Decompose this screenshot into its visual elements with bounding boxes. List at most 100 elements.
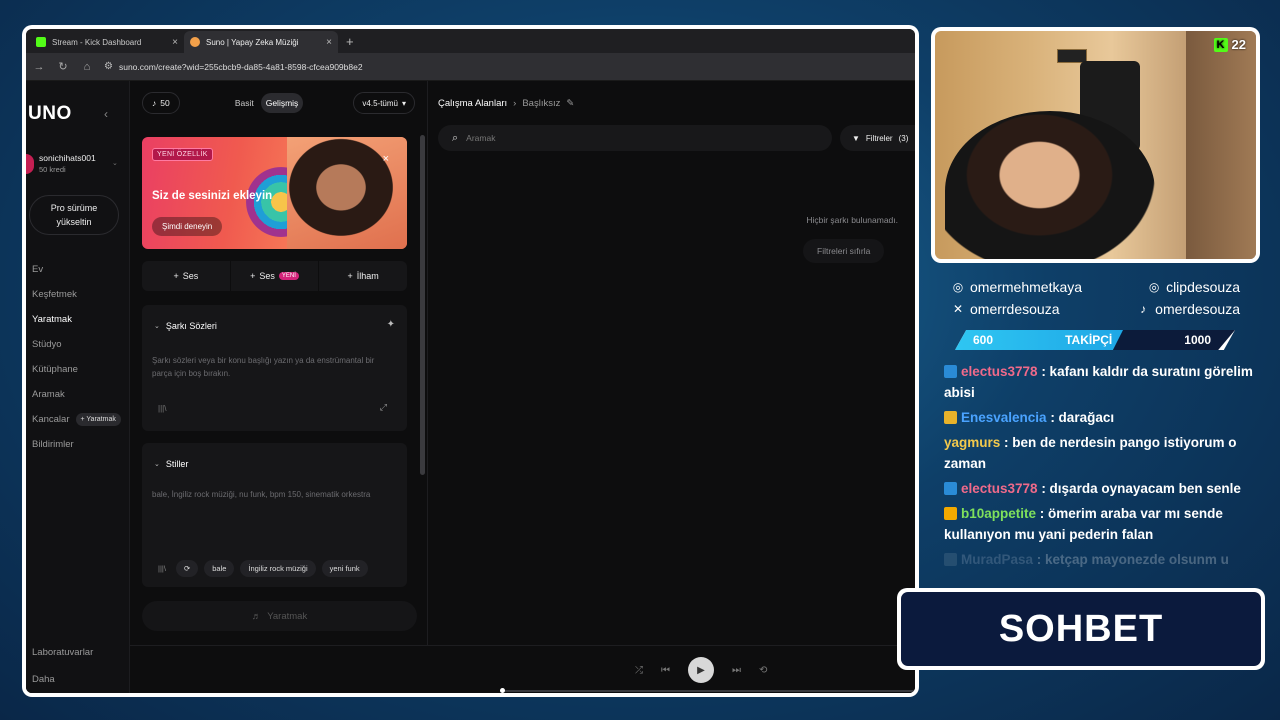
styles-input[interactable]: bale, İngiliz rock müziği, nu funk, bpm … (152, 489, 393, 502)
collapse-sidebar-icon[interactable]: ‹ (104, 107, 108, 121)
social-handles: ◎ omermehmetkaya ◎ clipdesouza ✕ omerrdesou… (950, 276, 1240, 320)
progress-handle[interactable] (500, 688, 505, 693)
music-note-icon: ♬ (251, 610, 262, 622)
chat-username: MuradPasa (961, 552, 1034, 567)
close-tab-icon[interactable]: × (172, 37, 178, 48)
close-icon[interactable]: × (383, 153, 389, 165)
style-pill[interactable]: bale (204, 560, 235, 577)
chat-badge-icon (944, 411, 957, 424)
credits-button[interactable]: ♪ 50 (142, 92, 180, 114)
chat-text: : ketçap mayonezde olsunm u (1033, 552, 1229, 567)
sidebar-item-create[interactable]: Yaratmak (32, 307, 121, 332)
create-hook-button[interactable]: + Yaratmak (75, 413, 121, 426)
mode-basic-button[interactable]: Basit (230, 93, 259, 113)
tab-title: Stream - Kick Dashboard (52, 37, 142, 47)
filters-button[interactable]: ▼ Filtreler (3) (840, 125, 915, 151)
sidebar-item-more[interactable]: Daha (32, 666, 93, 693)
sidebar-item-label: Laboratuvarlar (32, 647, 94, 658)
model-version-select[interactable]: v4.5-tümü ▾ (353, 92, 415, 114)
style-pill[interactable]: İngiliz rock müziği (240, 560, 316, 577)
address-bar: → ↻ ⌂ ⚙ suno.com/create?wid=255cbcb9-da8… (26, 53, 915, 81)
try-now-button[interactable]: Şimdi deneyin (152, 217, 223, 236)
sidebar-item-hooks[interactable]: Kancalar + Yaratmak (32, 407, 121, 432)
create-button[interactable]: ♬ Yaratmak (142, 601, 417, 631)
add-audio-button[interactable]: + Ses (142, 261, 231, 291)
shuffle-styles-icon[interactable]: ⟳ (175, 560, 199, 577)
styles-header[interactable]: ⌄ Stiller (154, 459, 188, 469)
sidebar-item-label: Kancalar (32, 414, 70, 425)
sidebar-item-labs[interactable]: Laboratuvarlar (32, 639, 93, 666)
new-feature-badge: YENİ ÖZELLİK (152, 148, 213, 161)
style-pill[interactable]: yeni funk (321, 560, 368, 577)
expand-icon[interactable]: ⤢ (380, 402, 387, 413)
sidebar-item-label: Stüdyo (32, 339, 62, 350)
form-scrollbar[interactable] (420, 135, 425, 475)
tab-kick-dashboard[interactable]: Stream - Kick Dashboard × (30, 31, 184, 53)
url-text: suno.com/create?wid=255cbcb9-da85-4a81-8… (118, 61, 363, 72)
breadcrumb-workspaces[interactable]: Çalışma Alanları (438, 98, 507, 109)
url-field[interactable]: ⚙ suno.com/create?wid=255cbcb9-da85-4a81… (104, 61, 363, 72)
sidebar-item-label: Ev (32, 264, 44, 275)
chat-username: electus3778 (961, 481, 1038, 496)
sidebar-item-studio[interactable]: Stüdyo (32, 332, 121, 357)
sidebar-item-home[interactable]: Ev (32, 257, 121, 282)
workspace-search-input[interactable]: ⌕ Aramak (438, 125, 832, 151)
new-tab-button[interactable]: + (338, 34, 362, 53)
next-icon[interactable]: ⏭ (732, 665, 741, 676)
chat-username: yagmurs (944, 435, 1001, 450)
social-x: ✕ omerrdesouza (950, 301, 1060, 317)
sidebar-item-search[interactable]: Aramak (32, 382, 121, 407)
reload-icon[interactable]: ↻ (56, 60, 70, 73)
library-icon[interactable]: |||\ (158, 404, 166, 413)
tiktok-icon: ♪ (1140, 302, 1147, 316)
sidebar-item-explore[interactable]: Keşfetmek (32, 282, 121, 307)
styles-title: Stiller (165, 459, 189, 469)
close-tab-icon[interactable]: × (326, 37, 332, 48)
magic-wand-icon[interactable]: ✦ (387, 319, 395, 330)
forward-icon[interactable]: → (32, 61, 46, 73)
shuffle-icon[interactable]: ⤮ (635, 665, 643, 676)
viewer-count-value: 22 (1231, 37, 1246, 52)
social-instagram: ◎ clipdesouza (1146, 279, 1240, 295)
site-settings-icon[interactable]: ⚙ (104, 61, 113, 72)
button-label: İlham (356, 271, 379, 281)
promo-singer-image (287, 137, 407, 249)
playback-progress[interactable] (500, 688, 915, 693)
sidebar-item-notifications[interactable]: Bildirimler (32, 432, 121, 457)
upgrade-button[interactable]: Pro sürüme yükseltin (29, 195, 119, 235)
social-instagram: ◎ omermehmetkaya (950, 279, 1082, 295)
search-placeholder: Aramak (466, 133, 496, 143)
tab-bar: Stream - Kick Dashboard × Suno | Yapay Z… (26, 29, 915, 53)
follower-current: 600 (973, 333, 994, 347)
credit-balance: 50 kredi (39, 165, 66, 174)
sidebar-item-library[interactable]: Kütüphane (32, 357, 121, 382)
repeat-icon[interactable]: ⟲ (759, 665, 767, 676)
chat-badge-icon (944, 482, 957, 495)
promo-banner[interactable]: YENİ ÖZELLİK × Siz de sesinizi ekleyin Ş… (142, 137, 407, 249)
suno-favicon-icon (190, 37, 200, 47)
follower-goal: 1000 (1184, 333, 1211, 347)
edit-pencil-icon[interactable]: ✎ (566, 98, 574, 109)
viewer-count: K 22 (1213, 37, 1246, 52)
left-sidebar: UNO ‹ sonichihats001 50 kredi ⌄ Pro sürü… (26, 81, 130, 693)
play-button[interactable]: ▶ (688, 657, 714, 683)
add-voice-button[interactable]: + Ses YENİ (231, 261, 320, 291)
previous-icon[interactable]: ⏮ (661, 665, 670, 676)
home-icon[interactable]: ⌂ (80, 61, 94, 73)
suno-logo[interactable]: UNO (28, 103, 72, 125)
breadcrumb-current[interactable]: Başlıksız (522, 98, 560, 109)
tab-suno[interactable]: Suno | Yapay Zeka Müziği × (184, 31, 338, 53)
caret-down-icon: ▾ (401, 98, 406, 108)
lyrics-header[interactable]: ⌄ Şarkı Sözleri (154, 321, 217, 331)
mode-advanced-button[interactable]: Gelişmiş (260, 93, 304, 113)
empty-state-text: Hiçbir şarkı bulunamadı. (806, 215, 898, 225)
instagram-icon: ◎ (952, 280, 964, 294)
add-inputs-row: + Ses + Ses YENİ + İlham (142, 261, 407, 291)
user-menu[interactable]: sonichihats001 50 kredi ⌄ (26, 153, 118, 174)
reset-filters-button[interactable]: Filtreleri sıfırla (803, 239, 885, 263)
lyrics-input[interactable]: Şarkı sözleri veya bir konu başlığı yazı… (152, 355, 393, 381)
add-inspiration-button[interactable]: + İlham (319, 261, 407, 291)
chevron-down-icon: ⌄ (154, 461, 160, 468)
library-icon[interactable]: |||\ (154, 560, 170, 577)
chat-username: electus3778 (961, 364, 1038, 379)
